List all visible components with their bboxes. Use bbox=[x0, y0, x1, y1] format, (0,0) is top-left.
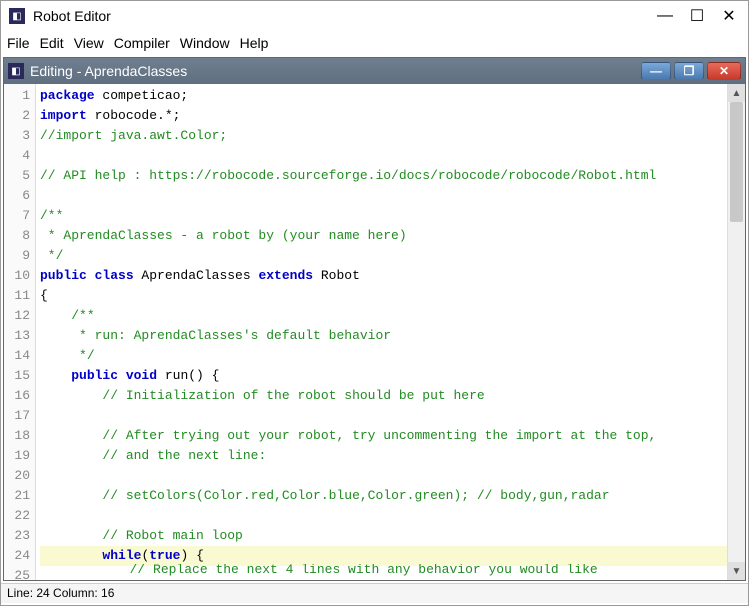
code-line: // Replace the next 4 lines with any beh… bbox=[36, 564, 727, 580]
editor: 1234567891011121314151617181920212223242… bbox=[4, 84, 745, 580]
code-line: // API help : https://robocode.sourcefor… bbox=[40, 166, 727, 186]
line-number: 11 bbox=[4, 286, 35, 306]
line-number: 20 bbox=[4, 466, 35, 486]
code-line: */ bbox=[40, 346, 727, 366]
line-number: 1 bbox=[4, 86, 35, 106]
menu-file[interactable]: File bbox=[7, 35, 30, 51]
status-text: Line: 24 Column: 16 bbox=[7, 586, 114, 600]
code-area[interactable]: package competicao;import robocode.*;//i… bbox=[36, 84, 727, 580]
child-close-button[interactable]: ✕ bbox=[707, 62, 741, 80]
status-bar: Line: 24 Column: 16 bbox=[1, 583, 748, 603]
line-number: 21 bbox=[4, 486, 35, 506]
menu-edit[interactable]: Edit bbox=[40, 35, 64, 51]
line-number: 7 bbox=[4, 206, 35, 226]
line-number: 8 bbox=[4, 226, 35, 246]
child-minimize-button[interactable]: — bbox=[641, 62, 671, 80]
line-number: 15 bbox=[4, 366, 35, 386]
line-number: 5 bbox=[4, 166, 35, 186]
line-number: 10 bbox=[4, 266, 35, 286]
child-window-icon: ◧ bbox=[8, 63, 24, 79]
scroll-up-icon[interactable]: ▲ bbox=[728, 84, 745, 102]
code-line: public void run() { bbox=[40, 366, 727, 386]
line-number: 9 bbox=[4, 246, 35, 266]
line-number: 22 bbox=[4, 506, 35, 526]
line-number: 14 bbox=[4, 346, 35, 366]
line-number: 23 bbox=[4, 526, 35, 546]
code-line: */ bbox=[40, 246, 727, 266]
code-line: // setColors(Color.red,Color.blue,Color.… bbox=[40, 486, 727, 506]
title-bar: ◧ Robot Editor — ☐ ✕ bbox=[1, 1, 748, 31]
code-line bbox=[40, 186, 727, 206]
scroll-thumb[interactable] bbox=[730, 102, 743, 222]
code-line: /** bbox=[40, 306, 727, 326]
code-line: package competicao; bbox=[40, 86, 727, 106]
line-number: 4 bbox=[4, 146, 35, 166]
cutoff-line: // Replace the next 4 lines with any beh… bbox=[36, 564, 727, 580]
app-icon: ◧ bbox=[9, 8, 25, 24]
maximize-button[interactable]: ☐ bbox=[690, 9, 704, 23]
line-number: 3 bbox=[4, 126, 35, 146]
code-line: // and the next line: bbox=[40, 446, 727, 466]
line-number: 24 bbox=[4, 546, 35, 566]
menu-help[interactable]: Help bbox=[240, 35, 269, 51]
code-line bbox=[40, 146, 727, 166]
code-line bbox=[40, 506, 727, 526]
line-number: 18 bbox=[4, 426, 35, 446]
line-number: 25 bbox=[4, 566, 35, 582]
menu-view[interactable]: View bbox=[74, 35, 104, 51]
line-number: 16 bbox=[4, 386, 35, 406]
code-line: //import java.awt.Color; bbox=[40, 126, 727, 146]
line-number: 2 bbox=[4, 106, 35, 126]
code-line: import robocode.*; bbox=[40, 106, 727, 126]
menu-bar: File Edit View Compiler Window Help bbox=[1, 31, 748, 55]
line-number: 12 bbox=[4, 306, 35, 326]
child-title: Editing - AprendaClasses bbox=[30, 63, 641, 79]
line-number: 17 bbox=[4, 406, 35, 426]
line-number-gutter: 1234567891011121314151617181920212223242… bbox=[4, 84, 36, 580]
close-button[interactable]: ✕ bbox=[722, 9, 736, 23]
code-line bbox=[40, 466, 727, 486]
line-number: 13 bbox=[4, 326, 35, 346]
menu-compiler[interactable]: Compiler bbox=[114, 35, 170, 51]
code-line: /** bbox=[40, 206, 727, 226]
line-number: 19 bbox=[4, 446, 35, 466]
code-line: public class AprendaClasses extends Robo… bbox=[40, 266, 727, 286]
child-window: ◧ Editing - AprendaClasses — ❐ ✕ 1234567… bbox=[3, 57, 746, 581]
code-line bbox=[40, 406, 727, 426]
code-line: // Robot main loop bbox=[40, 526, 727, 546]
child-title-bar: ◧ Editing - AprendaClasses — ❐ ✕ bbox=[4, 58, 745, 84]
scroll-down-icon[interactable]: ▼ bbox=[728, 562, 745, 580]
child-window-controls: — ❐ ✕ bbox=[641, 62, 741, 80]
menu-window[interactable]: Window bbox=[180, 35, 230, 51]
vertical-scrollbar[interactable]: ▲ ▼ bbox=[727, 84, 745, 580]
window-controls: — ☐ ✕ bbox=[658, 9, 740, 23]
minimize-button[interactable]: — bbox=[658, 9, 672, 23]
child-restore-button[interactable]: ❐ bbox=[674, 62, 704, 80]
app-title: Robot Editor bbox=[33, 8, 658, 24]
code-line: // Initialization of the robot should be… bbox=[40, 386, 727, 406]
code-line: * run: AprendaClasses's default behavior bbox=[40, 326, 727, 346]
code-line: { bbox=[40, 286, 727, 306]
code-line: * AprendaClasses - a robot by (your name… bbox=[40, 226, 727, 246]
code-line: // After trying out your robot, try unco… bbox=[40, 426, 727, 446]
code-line: while(true) { bbox=[40, 546, 727, 566]
line-number: 6 bbox=[4, 186, 35, 206]
